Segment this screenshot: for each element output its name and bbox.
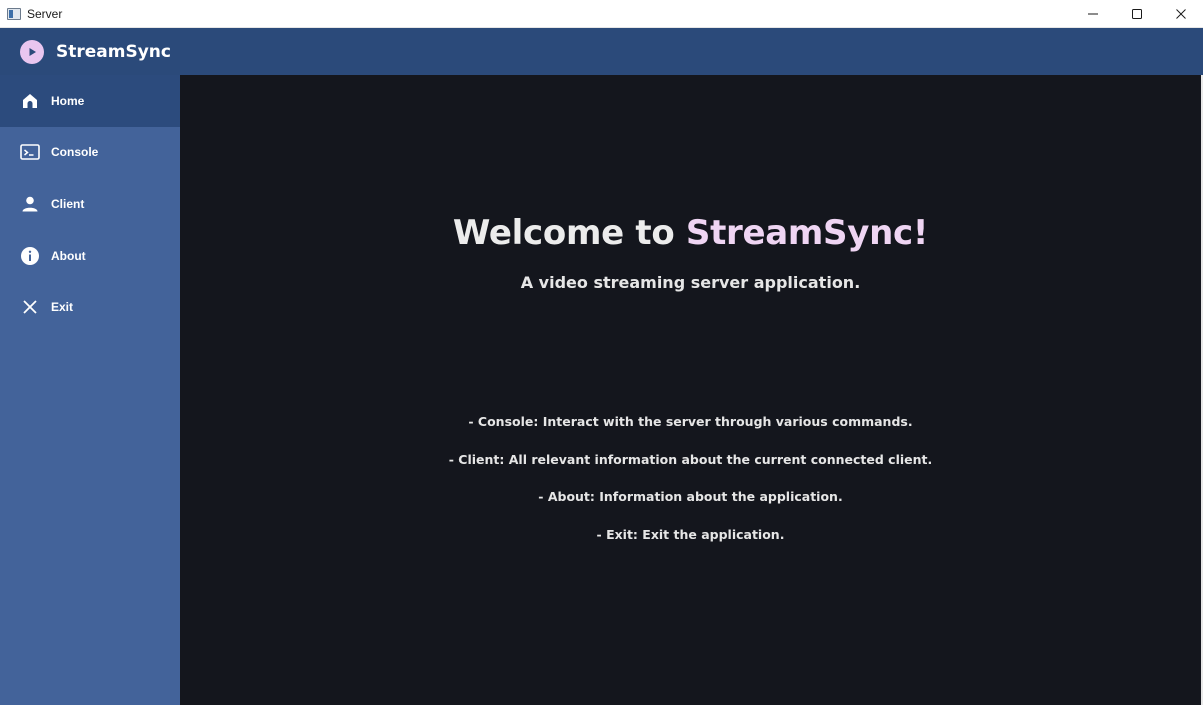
play-circle-icon [20, 39, 44, 64]
info-icon [20, 246, 40, 266]
sidebar-item-label: Client [51, 196, 85, 211]
welcome-prefix: Welcome to [452, 213, 686, 253]
close-icon [20, 297, 40, 317]
feature-item: - Exit: Exit the application. [596, 526, 785, 542]
sidebar-item-label: Exit [51, 300, 74, 315]
welcome-subtitle: A video streaming server application. [520, 273, 861, 292]
maximize-button[interactable] [1115, 0, 1159, 28]
person-icon [20, 194, 40, 214]
sidebar-item-about[interactable]: About [0, 230, 180, 282]
brand-name: StreamSync [56, 41, 171, 62]
close-window-icon [1176, 9, 1186, 19]
close-window-button[interactable] [1159, 0, 1203, 28]
sidebar-item-label: Home [51, 93, 85, 108]
feature-item: - Client: All relevant information about… [448, 451, 933, 467]
main-content: Welcome to StreamSync! A video streaming… [180, 75, 1201, 705]
maximize-icon [1132, 9, 1142, 19]
window-controls [1071, 0, 1203, 28]
feature-item: - About: Information about the applicati… [538, 489, 843, 505]
feature-list: - Console: Interact with the server thro… [180, 413, 1201, 563]
app-header: StreamSync [0, 28, 1203, 75]
window-app-icon [7, 7, 21, 20]
sidebar-item-client[interactable]: Client [0, 178, 180, 230]
sidebar: Home Console Client About Exit [0, 75, 180, 705]
window-titlebar: Server [0, 0, 1203, 28]
sidebar-item-console[interactable]: Console [0, 127, 180, 179]
home-icon [20, 91, 40, 111]
minimize-icon [1088, 13, 1098, 15]
sidebar-item-home[interactable]: Home [0, 75, 180, 127]
welcome-accent: StreamSync! [685, 213, 929, 253]
window-title: Server [27, 6, 63, 21]
welcome-heading: Welcome to StreamSync! [180, 213, 1201, 253]
sidebar-item-label: Console [51, 145, 99, 160]
sidebar-item-label: About [51, 248, 86, 263]
sidebar-item-exit[interactable]: Exit [0, 281, 180, 333]
minimize-button[interactable] [1071, 0, 1115, 28]
feature-item: - Console: Interact with the server thro… [468, 414, 913, 429]
terminal-icon [20, 142, 40, 162]
